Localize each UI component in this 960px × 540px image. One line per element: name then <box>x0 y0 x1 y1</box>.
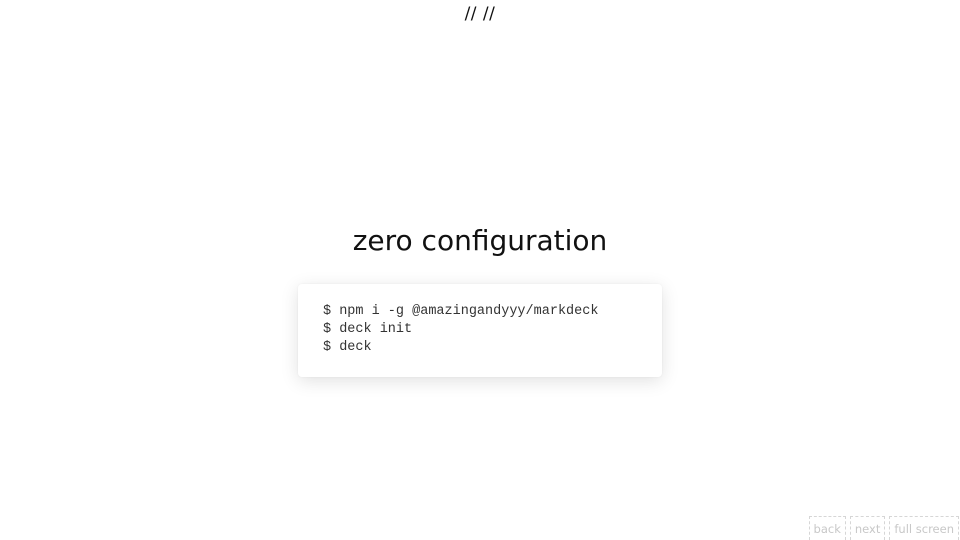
slide-navigation: back next full screen <box>808 516 959 540</box>
code-line: $ deck init <box>323 322 413 337</box>
slide-title: zero configuration <box>352 224 608 257</box>
next-button[interactable]: next <box>849 516 886 540</box>
code-line: $ npm i -g @amazingandyyy/markdeck <box>323 304 599 319</box>
code-line: $ deck <box>323 340 372 355</box>
slide-header-mark: // // <box>464 4 496 24</box>
full-screen-button[interactable]: full screen <box>889 516 959 540</box>
back-button[interactable]: back <box>808 516 846 540</box>
code-block: $ npm i -g @amazingandyyy/markdeck $ dec… <box>298 284 662 377</box>
